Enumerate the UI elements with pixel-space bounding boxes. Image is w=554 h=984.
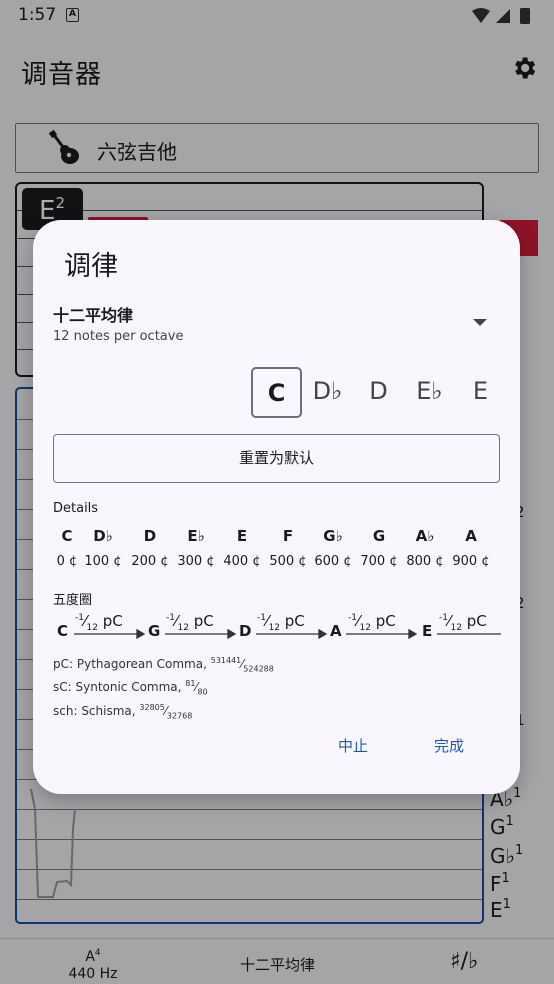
details-table: C0 ¢ D♭ 100 ¢ D 200 ¢ E♭ 300 ¢ E 400 ¢ F 500 … (53, 525, 501, 573)
legend-num: 531441 (210, 656, 242, 665)
dropdown-arrow-icon[interactable] (473, 319, 487, 326)
fifths-step-unit: pC (193, 612, 214, 630)
legend-row: sC: Syntonic Comma, 81⁄80 (53, 679, 208, 697)
details-note: F (282, 527, 294, 545)
fifths-step-label: -1⁄12 pC (75, 612, 123, 633)
fifths-step-num: 1 (351, 613, 357, 623)
details-cents: 800 ¢ (406, 554, 444, 569)
details-cents: 300 ¢ (177, 554, 215, 569)
details-cents: 500 ¢ (269, 554, 307, 569)
root-note-selector: C D♭ D E♭ E (251, 367, 520, 418)
root-note-key[interactable]: C (251, 367, 302, 418)
fifths-step-num: 1 (442, 613, 448, 623)
fifths-step-den: 12 (268, 623, 280, 633)
fifths-note: G (148, 622, 161, 640)
temperament-subtitle: 12 notes per octave (53, 329, 184, 344)
fifths-note: D (239, 622, 252, 640)
details-label: Details (53, 501, 99, 516)
details-cents: 100 ¢ (84, 554, 122, 569)
details-note: A (465, 527, 477, 545)
details-column: F 500 ¢ (265, 525, 311, 572)
legend-row: sch: Schisma, 32805⁄32768 (53, 702, 193, 721)
temperament-name[interactable]: 十二平均律 (53, 302, 133, 326)
details-note: D (143, 527, 157, 545)
legend-text: sch: Schisma, (53, 703, 140, 718)
details-note: E♭ (187, 527, 205, 545)
fifths-note: A (330, 622, 342, 640)
details-column: G♭ 600 ¢ (310, 525, 356, 572)
fifths-note: C (57, 622, 69, 640)
details-note: A♭ (415, 527, 435, 545)
fifths-step-den: 12 (86, 623, 98, 633)
details-note: G (372, 527, 386, 545)
details-note: G♭ (323, 527, 343, 545)
fifths-step-num: 1 (260, 613, 266, 623)
fifths-step-unit: pC (284, 612, 305, 630)
fifths-step-unit: pC (375, 612, 396, 630)
fifths-step-num: 1 (169, 613, 175, 623)
fifths-step-unit: pC (102, 612, 123, 630)
fifths-step-unit: pC (466, 612, 487, 630)
fifths-step-num: 1 (78, 613, 84, 623)
done-button[interactable]: 完成 (434, 735, 464, 756)
root-note-key[interactable]: E♭ (404, 367, 455, 418)
legend-text: pC: Pythagorean Comma, (53, 657, 211, 671)
fifths-step-label: -1⁄12 pC (439, 612, 487, 633)
temperament-dialog: 调律 十二平均律 12 notes per octave C D♭ D E♭ E… (33, 220, 520, 794)
details-column: A♭ 800 ¢ (402, 525, 448, 572)
legend-den: 524288 (243, 664, 274, 674)
fifths-step-den: 12 (450, 623, 462, 633)
dialog-title: 调律 (64, 251, 118, 282)
legend-num: 32805 (139, 702, 165, 712)
details-cents: 900 ¢ (452, 554, 490, 569)
root-note-key[interactable]: D (353, 367, 404, 418)
legend-row: pC: Pythagorean Comma, 531441⁄524288 (53, 656, 274, 674)
reset-to-default-button[interactable]: 重置为默认 (53, 434, 500, 483)
details-column: E 400 ¢ (219, 525, 265, 572)
details-cents: 700 ¢ (360, 554, 398, 569)
comma-legend: pC: Pythagorean Comma, 531441⁄524288 sC:… (53, 653, 274, 723)
legend-den: 32768 (166, 711, 193, 721)
details-note: D♭ (93, 527, 113, 545)
fifths-step-label: -1⁄12 pC (348, 612, 396, 633)
fifths-step-den: 12 (177, 623, 189, 633)
fifths-step-label: -1⁄12 pC (257, 612, 305, 633)
legend-num: 81 (185, 679, 196, 689)
legend-text: sC: Syntonic Comma, (53, 680, 186, 695)
root-note-key[interactable]: E (455, 367, 506, 418)
details-column: D♭ 100 ¢ (80, 525, 126, 572)
details-cents: 400 ¢ (223, 554, 261, 569)
details-cents: 200 ¢ (131, 554, 169, 569)
fifths-step-label: -1⁄12 pC (166, 612, 214, 633)
details-note: E (236, 527, 248, 545)
details-column: D 200 ¢ (127, 525, 173, 572)
legend-den: 80 (197, 687, 208, 697)
cancel-button[interactable]: 中止 (338, 735, 368, 756)
details-column: E♭ 300 ¢ (173, 525, 219, 572)
root-note-key[interactable]: D♭ (302, 367, 353, 418)
circle-of-fifths: C G D A E -1⁄12 pC -1⁄12 pC -1⁄12 pC -1⁄… (53, 612, 501, 642)
circle-of-fifths-label: 五度圈 (53, 593, 93, 608)
details-column: G 700 ¢ (356, 525, 402, 572)
fifths-note: E (422, 622, 433, 640)
fifths-step-den: 12 (359, 623, 371, 633)
details-column: A 900 ¢ (448, 525, 494, 572)
details-cents: 600 ¢ (314, 554, 352, 569)
